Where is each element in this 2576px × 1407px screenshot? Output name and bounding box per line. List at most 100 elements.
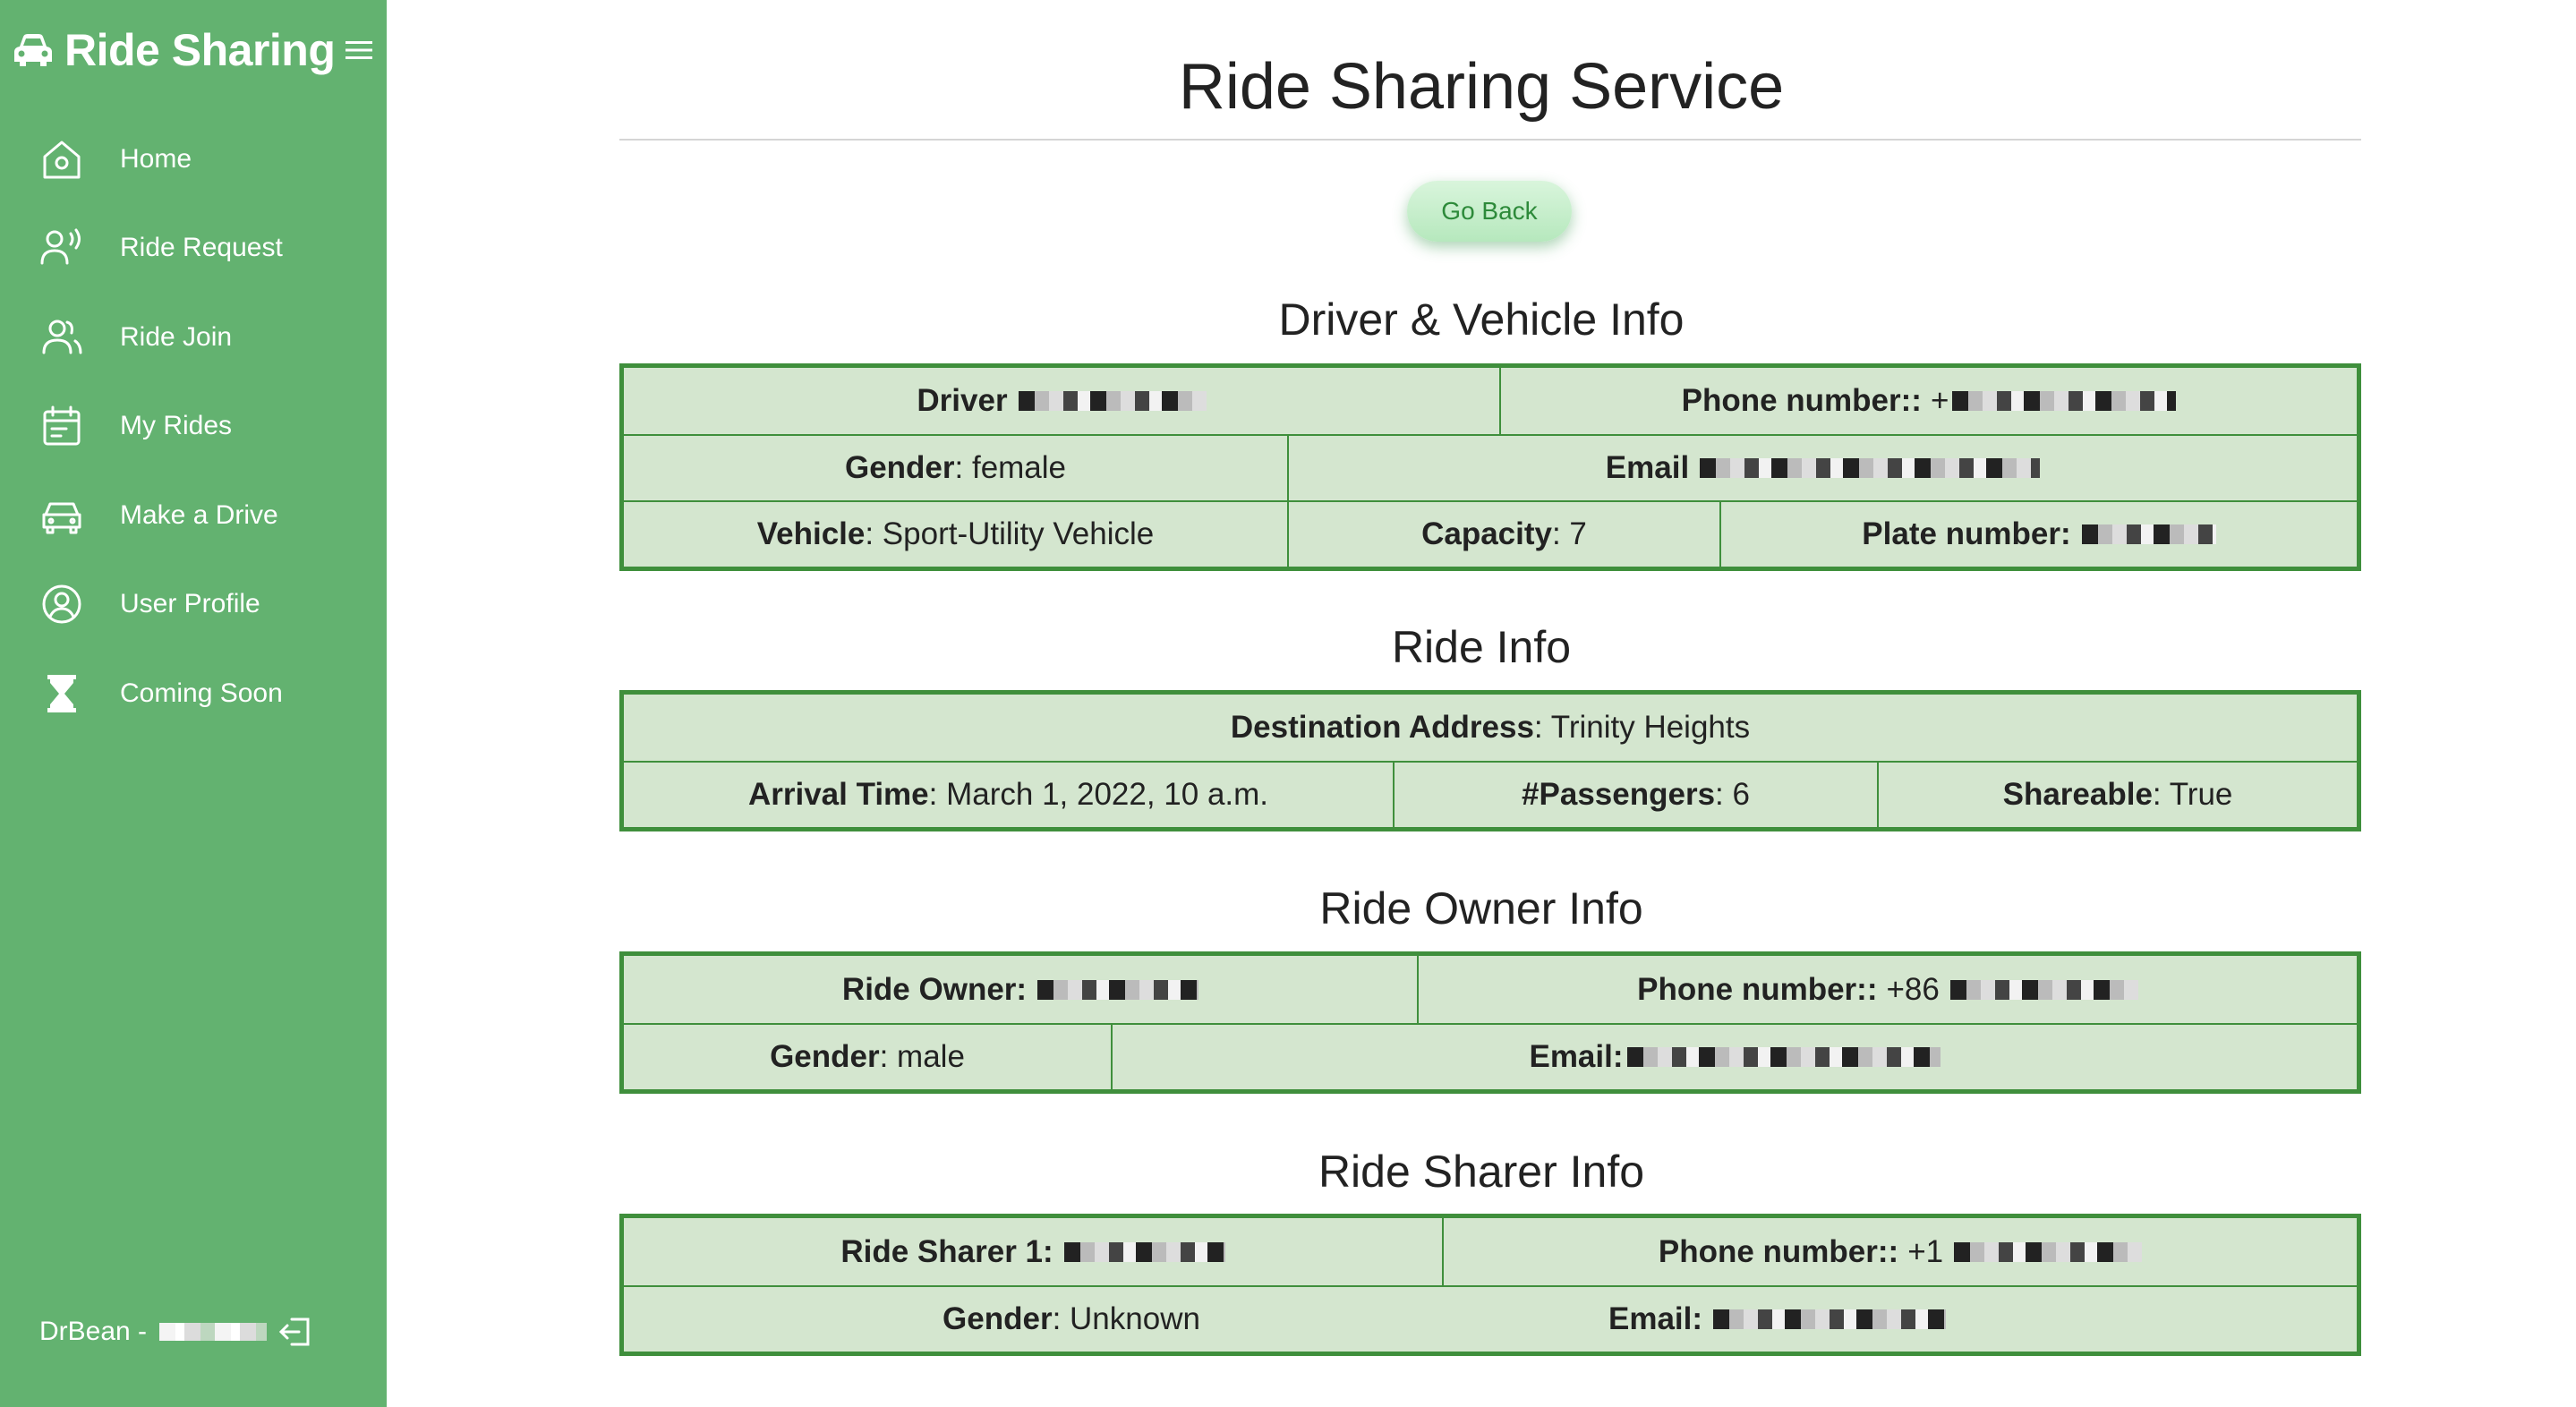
driver-phone-prefix: + bbox=[1930, 383, 1949, 418]
sharer-info-table: Ride Sharer 1: Phone number:: +1 Gender … bbox=[619, 1214, 2361, 1356]
hourglass-icon bbox=[47, 674, 76, 712]
redacted-owner-phone bbox=[1949, 979, 2138, 1000]
sidebar-item-my-rides[interactable]: My Rides bbox=[0, 382, 387, 472]
divider bbox=[619, 139, 2361, 141]
redacted-sharer-email bbox=[1713, 1309, 1947, 1329]
owner-phone-cell: Phone number:: +86 bbox=[1417, 956, 2357, 1023]
go-back-button[interactable]: Go Back bbox=[1407, 181, 1572, 242]
sidebar-item-label: User Profile bbox=[120, 589, 260, 619]
shareable-value: : True bbox=[2152, 777, 2233, 812]
redacted-owner-email bbox=[1626, 1047, 1941, 1067]
sharer-name-cell: Ride Sharer 1: bbox=[624, 1218, 1442, 1285]
plate-cell: Plate number: bbox=[1719, 502, 2357, 567]
destination-value: : Trinity Heights bbox=[1533, 710, 1751, 745]
sharer-phone-cell: Phone number:: +1 bbox=[1442, 1218, 2357, 1285]
owner-info-table: Ride Owner: Phone number:: +86 Gender : … bbox=[619, 951, 2361, 1094]
sidebar-item-make-a-drive[interactable]: Make a Drive bbox=[0, 471, 387, 560]
owner-phone-prefix: +86 bbox=[1886, 971, 1940, 1007]
voice-user-icon bbox=[40, 228, 81, 265]
plate-label: Plate number: bbox=[1862, 516, 2071, 551]
owner-name-cell: Ride Owner: bbox=[624, 956, 1417, 1023]
brand-title: Ride Sharing bbox=[64, 25, 336, 75]
redacted-sharer-phone bbox=[1954, 1241, 2143, 1262]
car-icon bbox=[14, 34, 52, 66]
section-title-owner: Ride Owner Info bbox=[1319, 883, 1643, 934]
owner-gender-value: : male bbox=[879, 1039, 965, 1074]
owner-email-cell: Email: bbox=[1111, 1025, 2357, 1089]
driver-label: Driver bbox=[917, 383, 1008, 418]
home-icon bbox=[43, 141, 81, 179]
driver-gender-value: : female bbox=[954, 450, 1067, 485]
sharer-email-cell: Email: bbox=[1519, 1287, 2357, 1352]
capacity-cell: Capacity : 7 bbox=[1287, 502, 1719, 567]
destination-label: Destination Address bbox=[1230, 710, 1534, 745]
destination-cell: Destination Address : Trinity Heights bbox=[624, 695, 2357, 761]
sidebar-item-label: Home bbox=[120, 143, 192, 174]
driver-phone-label: Phone number:: bbox=[1681, 383, 1922, 418]
sidebar-item-label: Coming Soon bbox=[120, 678, 283, 708]
driver-email-label: Email bbox=[1605, 450, 1690, 485]
sidebar-item-label: Ride Join bbox=[120, 321, 233, 352]
sidebar: Ride Sharing Home Ride Request Ride Join… bbox=[0, 0, 387, 1407]
calendar-icon bbox=[43, 405, 81, 446]
owner-label: Ride Owner: bbox=[841, 971, 1028, 1007]
sharer-gender-label: Gender bbox=[943, 1301, 1053, 1336]
user-footer: DrBean - bbox=[39, 1314, 313, 1350]
driver-info-table: Driver Phone number:: + Gender : female … bbox=[619, 363, 2361, 571]
sidebar-item-ride-request[interactable]: Ride Request bbox=[0, 204, 387, 294]
logout-icon[interactable] bbox=[277, 1314, 313, 1350]
user-circle-icon bbox=[42, 584, 81, 624]
sharer-phone-prefix: +1 bbox=[1907, 1233, 1944, 1269]
driver-phone-cell: Phone number:: + bbox=[1499, 368, 2357, 434]
ride-info-table: Destination Address : Trinity Heights Ar… bbox=[619, 690, 2361, 831]
sidebar-nav: Home Ride Request Ride Join My Rides Mak… bbox=[0, 115, 387, 738]
arrival-time-cell: Arrival Time : March 1, 2022, 10 a.m. bbox=[624, 763, 1393, 827]
arrival-time-value: : March 1, 2022, 10 a.m. bbox=[928, 777, 1269, 812]
section-title-ride: Ride Info bbox=[1391, 622, 1572, 672]
vehicle-value: : Sport-Utility Vehicle bbox=[865, 516, 1155, 551]
sidebar-item-coming-soon[interactable]: Coming Soon bbox=[0, 649, 387, 738]
redacted-driver-phone bbox=[1952, 391, 2177, 411]
driver-gender-label: Gender bbox=[844, 450, 955, 485]
page-title: Ride Sharing Service bbox=[1178, 51, 1785, 123]
passengers-value: : 6 bbox=[1715, 777, 1750, 812]
car-icon bbox=[42, 502, 81, 534]
current-user: DrBean - bbox=[39, 1317, 148, 1346]
redacted-owner-name bbox=[1037, 979, 1199, 1000]
redacted-driver-name bbox=[1018, 391, 1207, 411]
sharer-label: Ride Sharer 1: bbox=[840, 1233, 1053, 1269]
redacted-username bbox=[159, 1323, 268, 1341]
driver-email-cell: Email bbox=[1287, 436, 2357, 500]
users-icon bbox=[42, 320, 82, 354]
sidebar-item-home[interactable]: Home bbox=[0, 115, 387, 204]
passengers-label: #Passengers bbox=[1522, 777, 1716, 812]
sidebar-item-label: Ride Request bbox=[120, 233, 283, 263]
redacted-sharer-name bbox=[1063, 1241, 1225, 1262]
vehicle-label: Vehicle bbox=[756, 516, 866, 551]
capacity-value: : 7 bbox=[1551, 516, 1587, 551]
redacted-driver-email bbox=[1700, 458, 2041, 478]
driver-name-cell: Driver bbox=[624, 368, 1499, 434]
driver-gender-cell: Gender : female bbox=[624, 436, 1287, 500]
menu-icon[interactable] bbox=[344, 38, 374, 63]
sidebar-item-user-profile[interactable]: User Profile bbox=[0, 560, 387, 650]
section-title-driver: Driver & Vehicle Info bbox=[1278, 294, 1685, 345]
shareable-cell: Shareable : True bbox=[1877, 763, 2357, 827]
sharer-phone-label: Phone number:: bbox=[1658, 1233, 1899, 1269]
capacity-label: Capacity bbox=[1421, 516, 1552, 551]
passengers-cell: #Passengers : 6 bbox=[1393, 763, 1877, 827]
owner-gender-cell: Gender : male bbox=[624, 1025, 1111, 1089]
vehicle-cell: Vehicle : Sport-Utility Vehicle bbox=[624, 502, 1287, 567]
arrival-time-label: Arrival Time bbox=[747, 777, 929, 812]
sharer-email-label: Email: bbox=[1608, 1301, 1703, 1336]
sidebar-item-ride-join[interactable]: Ride Join bbox=[0, 293, 387, 382]
sharer-gender-value: : Unknown bbox=[1052, 1301, 1200, 1336]
sidebar-item-label: My Rides bbox=[120, 411, 233, 441]
sharer-gender-cell: Gender : Unknown bbox=[624, 1287, 1519, 1352]
owner-email-label: Email: bbox=[1529, 1039, 1624, 1074]
section-title-sharer: Ride Sharer Info bbox=[1318, 1147, 1645, 1197]
shareable-label: Shareable bbox=[2002, 777, 2153, 812]
sidebar-item-label: Make a Drive bbox=[120, 499, 278, 530]
redacted-plate-number bbox=[2081, 524, 2216, 544]
brand[interactable]: Ride Sharing bbox=[13, 20, 374, 81]
